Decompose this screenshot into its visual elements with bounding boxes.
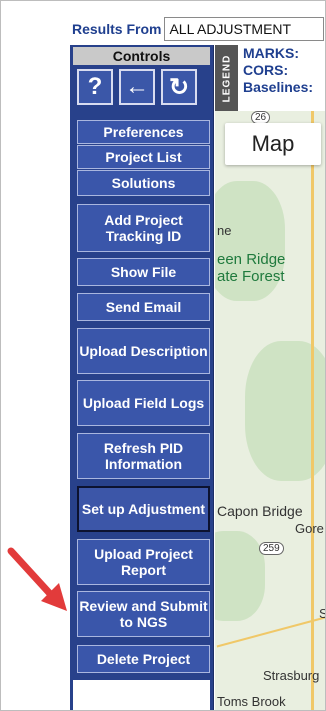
map-place-label: Capon Bridge: [217, 503, 303, 519]
road-line: [216, 616, 325, 648]
controls-header: Controls: [73, 47, 210, 65]
results-bar: Results From ALL ADJUSTMENT: [72, 17, 325, 41]
set-up-adjustment-button[interactable]: Set up Adjustment: [77, 486, 210, 532]
delete-project-button[interactable]: Delete Project: [77, 645, 210, 673]
back-arrow-icon[interactable]: ←: [119, 69, 155, 105]
legend-cors-label: CORS:: [243, 62, 289, 78]
map-place-label: een Ridge: [217, 251, 286, 268]
results-from-label: Results From: [72, 21, 162, 37]
add-project-tracking-id-button[interactable]: Add Project Tracking ID: [77, 204, 210, 252]
app-frame: Results From ALL ADJUSTMENT Controls ? ←…: [0, 0, 326, 711]
preferences-button[interactable]: Preferences: [77, 120, 210, 144]
refresh-icon[interactable]: ↻: [161, 69, 197, 105]
map-place-label: S: [319, 606, 325, 621]
map-place-label: ne: [217, 223, 232, 238]
legend-marks-label: MARKS:: [243, 45, 299, 61]
map-place-label: Gore: [295, 521, 324, 536]
refresh-pid-information-button[interactable]: Refresh PID Information: [77, 433, 210, 479]
map-place-label: Toms Brook: [217, 694, 286, 709]
controls-panel: Controls ? ← ↻ Preferences Project List …: [70, 45, 214, 710]
upload-field-logs-button[interactable]: Upload Field Logs: [77, 380, 210, 426]
route-shield: 259: [259, 542, 284, 555]
upload-description-button[interactable]: Upload Description: [77, 328, 210, 374]
red-arrow-annotation: [7, 547, 67, 611]
controls-icon-row: ? ← ↻: [77, 69, 210, 105]
legend-baselines-label: Baselines:: [243, 79, 314, 95]
review-and-submit-to-ngs-button[interactable]: Review and Submit to NGS: [77, 591, 210, 637]
show-file-button[interactable]: Show File: [77, 258, 210, 286]
project-list-button[interactable]: Project List: [77, 145, 210, 169]
upload-project-report-button[interactable]: Upload Project Report: [77, 539, 210, 585]
forest-area: [215, 531, 265, 621]
map-place-label: ate Forest: [217, 268, 285, 285]
legend-tab-label: LEGEND: [221, 54, 233, 102]
legend-tab[interactable]: LEGEND: [215, 45, 238, 111]
send-email-button[interactable]: Send Email: [77, 293, 210, 321]
map-type-button[interactable]: Map: [225, 123, 321, 165]
map-view[interactable]: 26 Map ne een Ridge ate Forest Capon Bri…: [215, 111, 325, 710]
map-place-label: Strasburg: [263, 668, 320, 683]
results-from-select[interactable]: ALL ADJUSTMENT: [164, 17, 325, 41]
help-icon[interactable]: ?: [77, 69, 113, 105]
controls-panel-footer: [73, 680, 210, 710]
legend-panel: MARKS: CORS: Baselines:: [238, 45, 325, 111]
solutions-button[interactable]: Solutions: [77, 170, 210, 196]
